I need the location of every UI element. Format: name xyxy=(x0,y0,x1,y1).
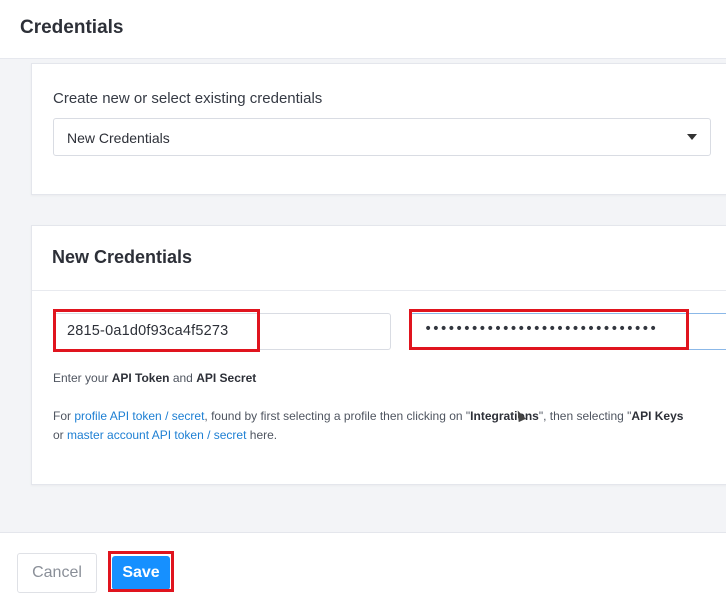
api-help-text: Enter your API Token and API Secret xyxy=(53,371,257,385)
credentials-select-value: New Credentials xyxy=(67,130,170,146)
footer-bar: Cancel Save xyxy=(0,532,726,614)
cancel-button[interactable]: Cancel xyxy=(17,553,97,593)
new-credentials-card: New Credentials 2815-0a1d0f93ca4f5273 ••… xyxy=(31,225,726,485)
api-secret-input[interactable]: •••••••••••••••••••••••••••••• xyxy=(410,313,726,350)
api-secret-masked-value: •••••••••••••••••••••••••••••• xyxy=(424,321,657,337)
new-credentials-header: New Credentials xyxy=(32,226,726,291)
profile-api-link[interactable]: profile API token / secret xyxy=(74,409,204,423)
new-credentials-title: New Credentials xyxy=(52,247,193,267)
api-token-input[interactable]: 2815-0a1d0f93ca4f5273 xyxy=(53,313,391,350)
api-help-detail: For profile API token / secret, found by… xyxy=(53,409,684,442)
caret-down-icon xyxy=(687,134,697,140)
save-button[interactable]: Save xyxy=(112,556,170,590)
credentials-select-card: Create new or select existing credential… xyxy=(31,63,726,195)
page-title: Credentials xyxy=(20,17,124,38)
text-cursor xyxy=(686,322,687,341)
credentials-select-label: Create new or select existing credential… xyxy=(53,90,323,107)
api-token-value: 2815-0a1d0f93ca4f5273 xyxy=(67,323,229,339)
credentials-select[interactable]: New Credentials xyxy=(53,118,711,156)
master-account-api-link[interactable]: master account API token / secret xyxy=(67,428,246,442)
page-header: Credentials xyxy=(0,0,726,59)
